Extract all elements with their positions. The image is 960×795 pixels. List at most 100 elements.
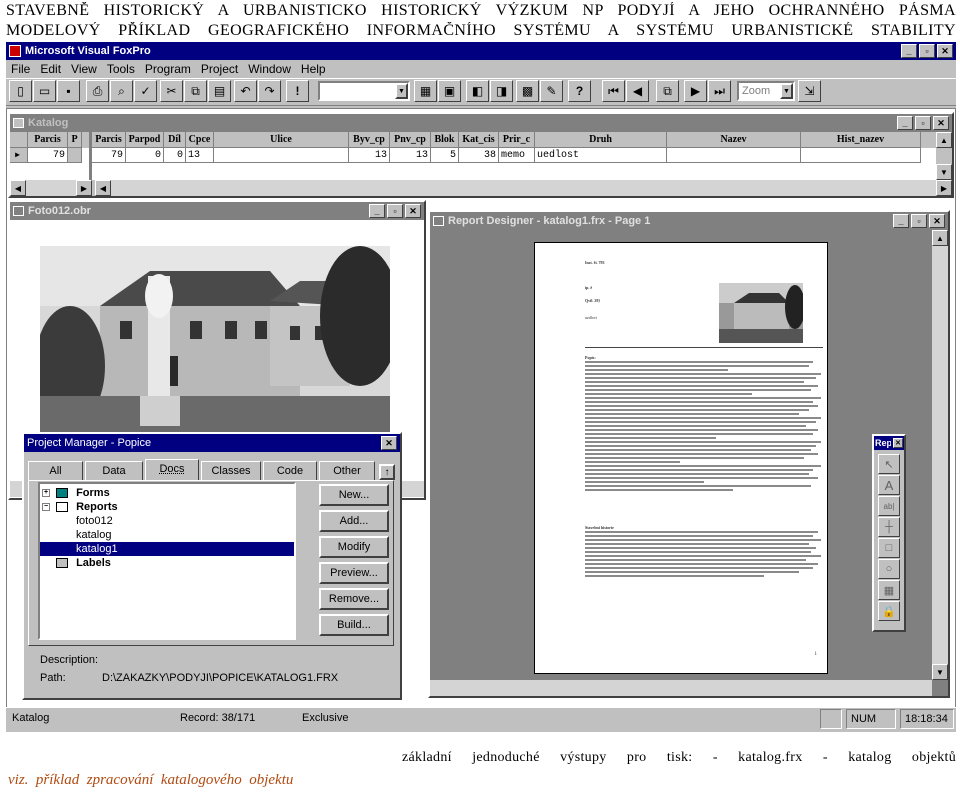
- object-combo-arrow[interactable]: ▼: [395, 83, 408, 99]
- report-minimize-button[interactable]: _: [893, 214, 909, 228]
- next-record-icon[interactable]: ▶: [684, 80, 707, 102]
- maximize-button[interactable]: ▫: [919, 44, 935, 58]
- redo-icon[interactable]: ↷: [258, 80, 281, 102]
- menu-file[interactable]: File: [6, 60, 35, 78]
- scroll-down-icon[interactable]: ▼: [932, 664, 948, 680]
- run-icon[interactable]: !: [286, 80, 309, 102]
- autoreport-icon[interactable]: ✎: [540, 80, 563, 102]
- tab-scroll-up-icon[interactable]: ↑: [379, 464, 395, 480]
- scroll-left-icon[interactable]: ◀: [95, 180, 111, 196]
- previous-record-icon[interactable]: ◀: [626, 80, 649, 102]
- col-header-dil[interactable]: Díl: [164, 132, 186, 148]
- menu-edit[interactable]: Edit: [35, 60, 66, 78]
- cell-parpod[interactable]: 0: [126, 148, 164, 163]
- menu-window[interactable]: Window: [243, 60, 296, 78]
- tab-all[interactable]: All: [28, 461, 83, 481]
- save-icon[interactable]: ▪: [57, 80, 80, 102]
- label-tool-icon[interactable]: A: [878, 475, 900, 495]
- print-icon[interactable]: ⎙: [86, 80, 109, 102]
- new-file-icon[interactable]: ▯: [9, 80, 32, 102]
- katalog-minimize-button[interactable]: _: [897, 116, 913, 130]
- foto-minimize-button[interactable]: _: [369, 204, 385, 218]
- first-record-icon[interactable]: ⏮: [602, 80, 625, 102]
- new-button[interactable]: New...: [319, 484, 389, 506]
- project-manager-close-button[interactable]: ✕: [381, 436, 397, 450]
- tree-item-forms[interactable]: + Forms: [40, 486, 294, 500]
- col-header-prir-c[interactable]: Prir_c: [499, 132, 535, 148]
- cell-cpce[interactable]: 13: [186, 148, 214, 163]
- tree-item-labels[interactable]: Labels: [40, 556, 294, 570]
- help-icon[interactable]: ?: [568, 80, 591, 102]
- rectangle-tool-icon[interactable]: □: [878, 538, 900, 558]
- katalog-vscrollbar[interactable]: ▲ ▼: [936, 132, 952, 180]
- line-tool-icon[interactable]: ┼: [878, 517, 900, 537]
- menu-project[interactable]: Project: [196, 60, 243, 78]
- col-header-blok[interactable]: Blok: [431, 132, 459, 148]
- cell-dil[interactable]: 0: [164, 148, 186, 163]
- modify-button[interactable]: Modify: [319, 536, 389, 558]
- autoform-icon[interactable]: ▩: [516, 80, 539, 102]
- remove-button[interactable]: Remove...: [319, 588, 389, 610]
- select-objects-icon[interactable]: ↖: [878, 454, 900, 474]
- katalog-right-hscrollbar[interactable]: ◀ ▶: [95, 180, 952, 196]
- tab-classes[interactable]: Classes: [201, 461, 261, 481]
- spell-check-icon[interactable]: ✓: [134, 80, 157, 102]
- report-hscrollbar[interactable]: [430, 680, 932, 696]
- col-header-pnv-cp[interactable]: Pnv_cp: [390, 132, 431, 148]
- report-close-button[interactable]: ✕: [929, 214, 945, 228]
- copy-icon[interactable]: ⧉: [184, 80, 207, 102]
- view-window-icon[interactable]: ▣: [438, 80, 461, 102]
- copy-page-icon[interactable]: ⧉: [656, 80, 679, 102]
- cell-blok[interactable]: 5: [431, 148, 459, 163]
- print-preview-icon[interactable]: ⌕: [110, 80, 133, 102]
- cell-left-0[interactable]: 79: [28, 148, 68, 163]
- report-maximize-button[interactable]: ▫: [911, 214, 927, 228]
- cell-nazev[interactable]: [667, 148, 801, 163]
- menu-help[interactable]: Help: [296, 60, 331, 78]
- tab-docs[interactable]: Docs: [145, 459, 199, 481]
- cell-prir-c[interactable]: memo: [499, 148, 535, 163]
- scroll-left-icon[interactable]: ◀: [10, 180, 26, 196]
- form-wizard-icon[interactable]: ◧: [466, 80, 489, 102]
- project-tree[interactable]: + Forms − Reports foto012 katalog katalo…: [38, 482, 296, 640]
- cell-hist-nazev[interactable]: [801, 148, 921, 163]
- menu-program[interactable]: Program: [140, 60, 196, 78]
- cell-byv-cp[interactable]: 13: [349, 148, 390, 163]
- katalog-close-button[interactable]: ✕: [933, 116, 949, 130]
- cell-left-1[interactable]: [68, 148, 82, 163]
- command-window-icon[interactable]: ▦: [414, 80, 437, 102]
- undo-icon[interactable]: ↶: [234, 80, 257, 102]
- cell-druh[interactable]: uedlost: [535, 148, 667, 163]
- field-tool-icon[interactable]: ab|: [878, 496, 900, 516]
- tree-item-katalog[interactable]: katalog: [40, 528, 294, 542]
- button-lock-icon[interactable]: 🔒: [878, 601, 900, 621]
- scroll-up-icon[interactable]: ▲: [932, 230, 948, 246]
- col-header-hist-nazev[interactable]: Hist_nazev: [801, 132, 921, 148]
- report-controls-close-button[interactable]: ✕: [893, 438, 903, 448]
- picture-tool-icon[interactable]: ▦: [878, 580, 900, 600]
- scroll-up-icon[interactable]: ▲: [936, 132, 952, 148]
- zoom-combo-arrow[interactable]: ▼: [780, 83, 793, 99]
- tree-item-foto012[interactable]: foto012: [40, 514, 294, 528]
- katalog-maximize-button[interactable]: ▫: [915, 116, 931, 130]
- tab-other[interactable]: Other: [319, 461, 375, 481]
- rounded-rectangle-tool-icon[interactable]: ○: [878, 559, 900, 579]
- tree-item-katalog1[interactable]: katalog1: [40, 542, 294, 556]
- col-header-parpod[interactable]: Parpod: [126, 132, 164, 148]
- col-header-kat-cis[interactable]: Kat_cis: [459, 132, 499, 148]
- col-header-parcis[interactable]: Parcis: [92, 132, 126, 148]
- scroll-down-icon[interactable]: ▼: [936, 164, 952, 180]
- close-button[interactable]: ✕: [937, 44, 953, 58]
- collapse-minus-icon[interactable]: −: [42, 503, 50, 511]
- expand-plus-icon[interactable]: +: [42, 489, 50, 497]
- cell-kat-cis[interactable]: 38: [459, 148, 499, 163]
- foto-close-button[interactable]: ✕: [405, 204, 421, 218]
- last-record-icon[interactable]: ⏭: [708, 80, 731, 102]
- table-row[interactable]: 79 0 0 13 13 13 5 38 memo uedlost: [92, 148, 952, 163]
- paste-icon[interactable]: ▤: [208, 80, 231, 102]
- scroll-right-icon[interactable]: ▶: [76, 180, 92, 196]
- build-button[interactable]: Build...: [319, 614, 389, 636]
- col-header-druh[interactable]: Druh: [535, 132, 667, 148]
- col-header-cpce[interactable]: Cpce: [186, 132, 214, 148]
- cell-pnv-cp[interactable]: 13: [390, 148, 431, 163]
